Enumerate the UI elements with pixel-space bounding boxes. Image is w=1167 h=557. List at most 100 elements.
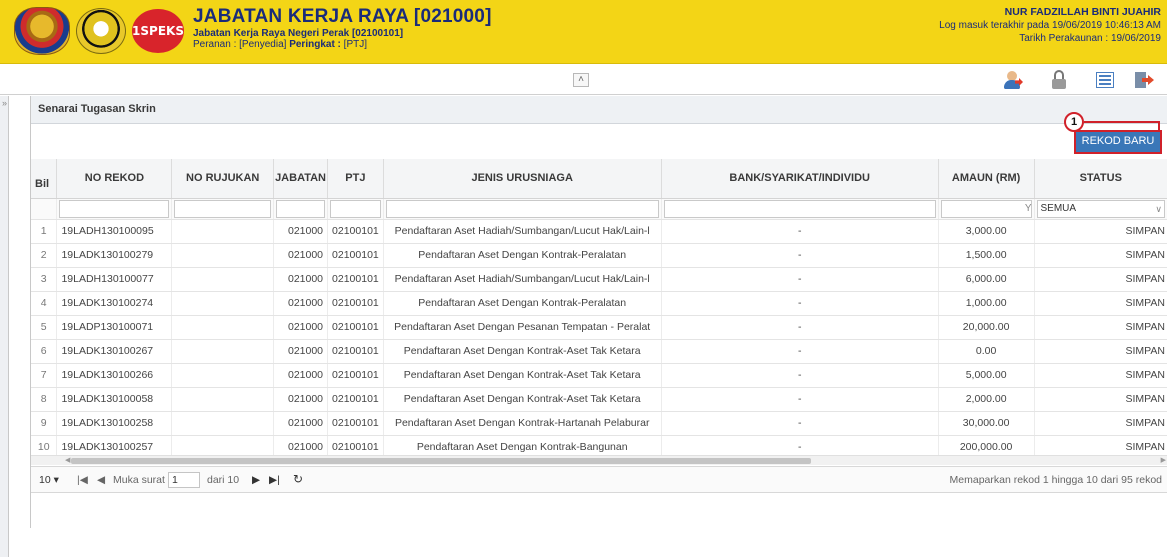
row-ptj: 02100101 — [327, 315, 384, 340]
speks-logo: 1SPEKS — [132, 9, 184, 53]
filter-bank-input[interactable] — [663, 199, 936, 218]
filter-no-rujukan-cell — [171, 198, 275, 220]
row-jabatan: 021000 — [273, 363, 329, 388]
level-value: [PTJ] — [343, 39, 368, 50]
row-bank: - — [661, 411, 939, 436]
filter-jabatan-input[interactable] — [276, 199, 326, 218]
filter-no-rekod-cell — [56, 198, 173, 220]
row-bank: - — [661, 243, 939, 268]
row-ptj: 02100101 — [327, 411, 384, 436]
table-row[interactable]: 2 19LADK130100279 021000 02100101 Pendaftara… — [31, 243, 1167, 268]
row-no-rujukan — [171, 243, 275, 268]
row-bank: - — [661, 267, 939, 292]
horizontal-scrollbar[interactable]: ◀ ▶ — [31, 455, 1167, 465]
side-menu-gutter — [0, 96, 9, 557]
col-header-no-rekod[interactable]: NO REKOD — [56, 159, 173, 199]
page-size-select[interactable]: 10 ▾ — [39, 474, 59, 486]
row-jabatan: 021000 — [273, 387, 329, 412]
row-bank: - — [661, 363, 939, 388]
row-no-rekod: 19LADP130100071 — [56, 315, 173, 340]
row-status: SIMPAN — [1034, 219, 1167, 244]
table-row[interactable]: 3 19LADH130100077 021000 02100101 Pendaftara… — [31, 267, 1167, 292]
lock-icon[interactable] — [1048, 70, 1070, 90]
table-row[interactable]: 5 19LADP130100071 021000 02100101 Pendaftara… — [31, 315, 1167, 340]
row-ptj: 02100101 — [327, 291, 384, 316]
col-header-ptj[interactable]: PTJ — [327, 159, 384, 199]
task-list-icon[interactable] — [1094, 70, 1116, 90]
row-no-rekod: 19LADK130100274 — [56, 291, 173, 316]
col-header-jenis-urusniaga[interactable]: JENIS URUSNIAGA — [383, 159, 662, 199]
row-status: SIMPAN — [1034, 363, 1167, 388]
row-no-rekod: 19LADK130100279 — [56, 243, 173, 268]
row-jabatan: 021000 — [273, 291, 329, 316]
row-amaun: 0.00 — [938, 339, 1035, 364]
row-ptj: 02100101 — [327, 363, 384, 388]
toolbar: ˄ — [0, 65, 1167, 95]
row-bil: 4 — [31, 291, 58, 316]
logout-icon[interactable] — [1133, 70, 1155, 90]
row-jabatan: 021000 — [273, 219, 329, 244]
row-bil: 3 — [31, 267, 58, 292]
row-jenis-urusniaga: Pendaftaran Aset Dengan Pesanan Tempatan… — [383, 315, 662, 340]
new-record-button[interactable]: REKOD BARU — [1074, 130, 1162, 154]
row-jenis-urusniaga: Pendaftaran Aset Dengan Kontrak-Aset Tak… — [383, 363, 662, 388]
filter-ptj-input[interactable] — [330, 199, 381, 218]
collapse-header-icon[interactable]: ˄ — [573, 73, 589, 87]
first-page-icon[interactable]: |◀ — [77, 474, 88, 486]
table-row[interactable]: 1 19LADH130100095 021000 02100101 Pendaftara… — [31, 219, 1167, 244]
filter-bil — [31, 198, 58, 220]
table-row[interactable]: 8 19LADK130100058 021000 02100101 Pendaftara… — [31, 387, 1167, 412]
row-ptj: 02100101 — [327, 339, 384, 364]
row-amaun: 1,500.00 — [938, 243, 1035, 268]
pager-info: Memaparkan rekod 1 hingga 10 dari 95 rek… — [949, 474, 1162, 486]
filter-amaun-input[interactable]: Y — [940, 199, 1032, 218]
status-filter-select[interactable]: SEMUA ∨ — [1036, 199, 1165, 218]
col-header-jabatan[interactable]: JABATAN — [273, 159, 329, 199]
table-row[interactable]: 7 19LADK130100266 021000 02100101 Pendaftara… — [31, 363, 1167, 388]
table-row[interactable]: 6 19LADK130100267 021000 02100101 Pendaftara… — [31, 339, 1167, 364]
filter-funnel-icon[interactable]: Y — [1025, 201, 1032, 217]
role-line: Peranan : [Penyedia] Peringkat : [PTJ] — [193, 39, 492, 50]
table-row[interactable]: 9 19LADK130100258 021000 02100101 Pendaftara… — [31, 411, 1167, 436]
row-status: SIMPAN — [1034, 315, 1167, 340]
row-no-rujukan — [171, 411, 275, 436]
expand-menu-icon[interactable]: » — [0, 96, 9, 110]
row-status: SIMPAN — [1034, 339, 1167, 364]
prev-page-icon[interactable]: ◀ — [97, 474, 105, 486]
refresh-icon[interactable]: ↻ — [293, 472, 303, 486]
row-bank: - — [661, 315, 939, 340]
row-jabatan: 021000 — [273, 411, 329, 436]
page-number-input[interactable]: 1 — [168, 472, 200, 488]
filter-no-rujukan-input[interactable] — [174, 199, 272, 218]
accounting-date: Tarikh Perakaunan : 19/06/2019 — [1019, 33, 1161, 44]
row-amaun: 1,000.00 — [938, 291, 1035, 316]
row-no-rekod: 19LADH130100095 — [56, 219, 173, 244]
col-header-no-rujukan[interactable]: NO RUJUKAN — [171, 159, 275, 199]
row-amaun: 20,000.00 — [938, 315, 1035, 340]
panel-title: Senarai Tugasan Skrin — [31, 96, 1167, 124]
table-row[interactable]: 4 19LADK130100274 021000 02100101 Pendaftara… — [31, 291, 1167, 316]
col-header-amaun[interactable]: AMAUN (RM) — [938, 159, 1035, 199]
row-ptj: 02100101 — [327, 243, 384, 268]
col-header-status[interactable]: STATUS — [1034, 159, 1167, 199]
scroll-right-icon[interactable]: ▶ — [1161, 456, 1166, 466]
filter-ptj-cell — [327, 198, 384, 220]
row-ptj: 02100101 — [327, 387, 384, 412]
agency-info: JABATAN KERJA RAYA [021000] Jabatan Kerj… — [193, 6, 492, 50]
row-jabatan: 021000 — [273, 315, 329, 340]
scrollbar-thumb[interactable] — [71, 458, 811, 464]
row-status: SIMPAN — [1034, 387, 1167, 412]
next-page-icon[interactable]: ▶ — [252, 474, 260, 486]
row-bil: 6 — [31, 339, 58, 364]
scroll-left-icon[interactable]: ◀ — [65, 456, 70, 466]
col-header-bank[interactable]: BANK/SYARIKAT/INDIVIDU — [661, 159, 939, 199]
col-header-bil[interactable]: Bil — [31, 159, 58, 199]
filter-no-rekod-input[interactable] — [59, 199, 170, 218]
page-label: Muka surat — [113, 474, 165, 486]
filter-amaun-cell: Y — [938, 198, 1035, 220]
filter-jenis-input[interactable] — [385, 199, 659, 218]
last-page-icon[interactable]: ▶| — [269, 474, 280, 486]
user-switch-icon[interactable] — [1003, 70, 1025, 90]
agency-subtitle: Jabatan Kerja Raya Negeri Perak [0210010… — [193, 28, 404, 39]
task-grid: Bil NO REKOD NO RUJUKAN JABATAN PTJ JENI… — [31, 159, 1167, 460]
